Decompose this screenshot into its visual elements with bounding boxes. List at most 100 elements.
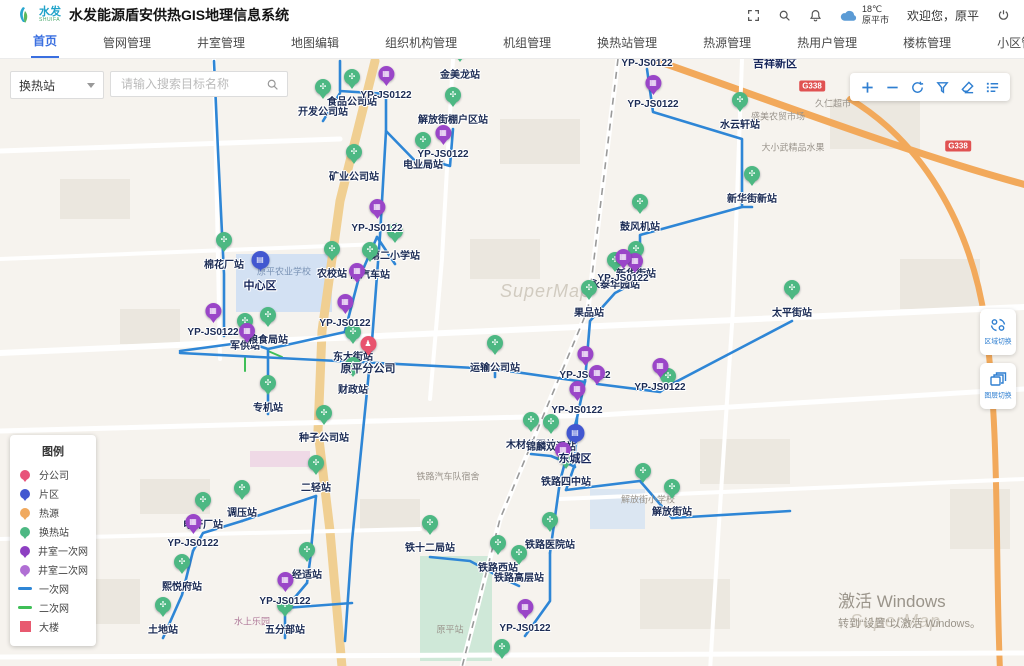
legend-item-label: 井室一次网	[38, 543, 88, 558]
legend-item: 大楼	[18, 617, 88, 636]
marker-label: 新华街新站	[727, 190, 777, 205]
reset-view-icon[interactable]	[905, 75, 930, 99]
map-background-label: 大小武精品水果	[761, 141, 824, 154]
tab-楼栋管理[interactable]: 楼栋管理	[901, 28, 953, 58]
marker-label: YP-JS0122	[621, 59, 672, 69]
zoom-out-icon[interactable]	[880, 75, 905, 99]
weather-widget: 18℃ 原平市	[840, 4, 889, 26]
header: 水发 SHUIFA 水发能源盾安供热GIS地理信息系统	[0, 0, 1024, 30]
pin-well-icon: ▦	[615, 249, 631, 265]
search-icon[interactable]	[778, 9, 791, 22]
pin-well-icon: ▦	[369, 199, 385, 215]
logo-mark-icon	[14, 5, 34, 25]
pin-well[interactable]: ▦YP-JS0122	[417, 125, 468, 160]
clear-icon[interactable]	[955, 75, 980, 99]
search-category-select[interactable]: 换热站	[10, 71, 104, 99]
layer-switch-button[interactable]: 图层切换	[980, 363, 1016, 409]
tab-组织机构管理[interactable]: 组织机构管理	[383, 28, 459, 58]
pin-heat-exchange-station-icon: ✣	[174, 554, 190, 570]
pin-well[interactable]: ▦	[239, 323, 255, 339]
marker-label: 二轻站	[301, 479, 331, 494]
pin-well[interactable]: ▦YP-JS0122	[634, 358, 685, 393]
marker-label: YP-JS0122	[319, 318, 370, 329]
pin-heat-exchange-station[interactable]: ✣专机站	[253, 375, 283, 414]
tab-井室管理[interactable]: 井室管理	[195, 28, 247, 58]
pin-heat-exchange-station[interactable]: ✣调压站	[227, 480, 257, 519]
pin-heat-exchange-station[interactable]: ✣鼓风机站	[620, 194, 660, 233]
map-canvas[interactable]: 换热站 区域切换 图层切换	[0, 59, 1024, 666]
measure-icon[interactable]	[930, 75, 955, 99]
logout-icon[interactable]	[997, 9, 1010, 22]
zoom-in-icon[interactable]	[855, 75, 880, 99]
tab-地图编辑[interactable]: 地图编辑	[289, 28, 341, 58]
legend-item: 一次网	[18, 579, 88, 598]
pin-heat-exchange-station[interactable]: ✣太平街站	[772, 280, 812, 319]
pin-well[interactable]: ▦YP-JS0122	[627, 75, 678, 110]
pin-district[interactable]: ▤东城区	[559, 424, 592, 466]
pin-well[interactable]: ▦YP-JS0122	[351, 199, 402, 234]
pin-district[interactable]: ▤中心区	[244, 251, 277, 293]
search-input[interactable]	[119, 76, 266, 92]
pin-heat-exchange-station[interactable]: ✣二轻站	[301, 455, 331, 494]
chevron-down-icon	[87, 83, 95, 92]
tab-小区管理[interactable]: 小区管理	[995, 28, 1024, 58]
legend-item-label: 二次网	[39, 600, 69, 615]
map-block	[120, 309, 180, 344]
marker-label: 五分部站	[265, 621, 305, 636]
pin-heat-exchange-station[interactable]: ✣	[635, 463, 651, 479]
pin-heat-exchange-station[interactable]: ✣铁十二局站	[405, 515, 455, 554]
pin-heat-exchange-station[interactable]: ✣水云轩站	[720, 92, 760, 131]
pin-well[interactable]: ▦YP-JS0122	[360, 66, 411, 101]
pin-heat-exchange-station[interactable]: ✣棉花厂站	[204, 232, 244, 271]
pin-well[interactable]: ▦YP-JS0122	[167, 514, 218, 549]
pin-well[interactable]: ▦YP-JS0122	[551, 381, 602, 416]
pin-heat-exchange-station[interactable]: ✣熙悦府站	[162, 554, 202, 593]
tab-首页[interactable]: 首页	[31, 26, 59, 58]
tab-管网管理[interactable]: 管网管理	[101, 28, 153, 58]
tab-换热站管理[interactable]: 换热站管理	[595, 28, 659, 58]
pin-heat-exchange-station[interactable]: ✣金美龙站	[440, 59, 480, 81]
bell-icon[interactable]	[809, 9, 822, 22]
pin-well[interactable]: ▦	[349, 263, 365, 279]
pin-heat-exchange-station[interactable]: ✣种子公司站	[299, 405, 349, 444]
pin-well[interactable]: ▦YP-JS0122	[499, 599, 550, 634]
area-switch-button[interactable]: 区域切换	[980, 309, 1016, 355]
marker-label: 财政站	[338, 381, 368, 396]
pin-heat-exchange-station-icon: ✣	[195, 492, 211, 508]
legend-item: 井室二次网	[18, 560, 88, 579]
tab-热用户管理[interactable]: 热用户管理	[795, 28, 859, 58]
marker-label: 专机站	[253, 399, 283, 414]
pin-heat-exchange-station[interactable]: ✣果品站	[574, 280, 604, 319]
pin-heat-exchange-station-icon: ✣	[362, 242, 378, 258]
pin-heat-exchange-station[interactable]: ✣	[494, 639, 510, 655]
road	[0, 139, 340, 151]
legend-item-label: 片区	[39, 486, 59, 501]
pin-heat-exchange-station[interactable]: ✣解放街站	[652, 479, 692, 518]
pin-heat-exchange-station[interactable]: ✣矿业公司站	[329, 144, 379, 183]
pin-heat-exchange-station[interactable]: ✣运输公司站	[470, 335, 520, 374]
pin-heat-exchange-station[interactable]: ✣解放街棚户区站	[418, 87, 488, 126]
road-number-badge: G338	[945, 141, 971, 152]
pin-heat-exchange-station[interactable]: ✣农校站	[317, 241, 347, 280]
pin-heat-exchange-station[interactable]: ✣ 新华街新站	[727, 166, 777, 205]
pin-heat-exchange-station[interactable]: ✣土地站	[148, 597, 178, 636]
pin-well[interactable]: ▦YP-JS0122	[597, 249, 648, 284]
pin-well[interactable]: ▦YP-JS0122	[187, 303, 238, 338]
pin-well[interactable]: ▦YP-JS0122	[621, 59, 672, 69]
search-icon[interactable]	[266, 78, 279, 91]
layer-list-icon[interactable]	[980, 75, 1005, 99]
secondary-network-line	[268, 351, 282, 357]
pin-well[interactable]: ▦	[589, 365, 605, 381]
tab-热源管理[interactable]: 热源管理	[701, 28, 753, 58]
legend-line-swatch	[18, 587, 32, 590]
pin-district[interactable]: ▤吉祥新区	[753, 59, 797, 71]
pin-heat-exchange-station-icon: ✣	[543, 414, 559, 430]
pin-well[interactable]: ▦YP-JS0122	[319, 294, 370, 329]
marker-label: YP-JS0122	[259, 596, 310, 607]
pin-well[interactable]: ▦YP-JS0122	[259, 572, 310, 607]
pin-heat-exchange-station[interactable]: ✣铁路高层站	[494, 545, 544, 584]
tab-机组管理[interactable]: 机组管理	[501, 28, 553, 58]
pin-heat-exchange-station-icon: ✣	[744, 166, 760, 182]
fullscreen-icon[interactable]	[747, 9, 760, 22]
pin-branch-company[interactable]: ♟原平分公司	[341, 336, 396, 376]
